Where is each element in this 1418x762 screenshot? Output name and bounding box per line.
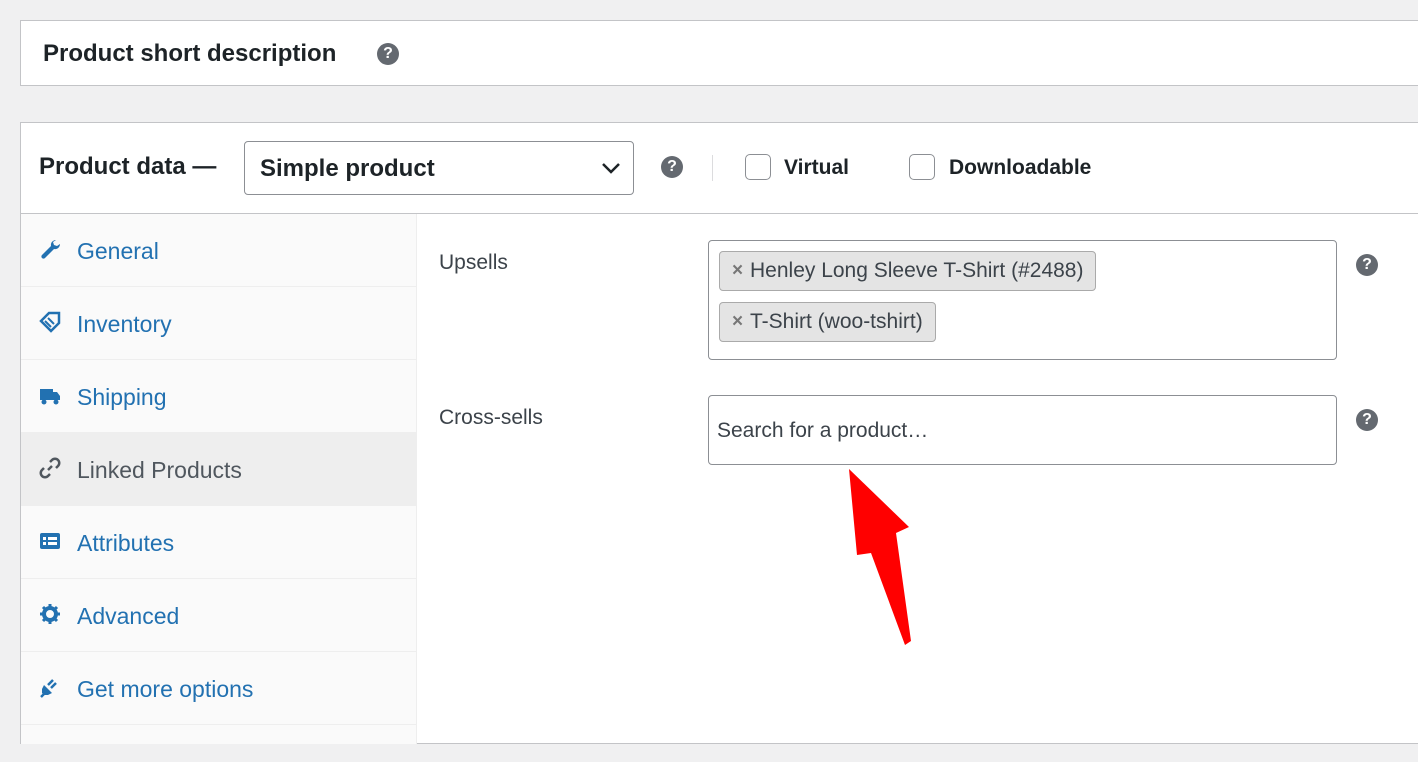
list-icon [40, 533, 60, 549]
link-icon [39, 457, 61, 479]
tab-general[interactable]: General [21, 214, 416, 287]
tab-label: General [77, 238, 159, 264]
tab-linked-products[interactable]: Linked Products [21, 433, 416, 506]
help-icon[interactable]: ? [1356, 409, 1378, 431]
virtual-label[interactable]: Virtual [784, 156, 849, 180]
crosssells-select[interactable] [708, 395, 1337, 465]
help-icon[interactable]: ? [661, 156, 683, 178]
tab-label: Get more options [77, 676, 254, 702]
downloadable-checkbox[interactable] [909, 154, 935, 180]
upsell-tag-label: T-Shirt (woo-tshirt) [750, 310, 923, 333]
crosssells-search-input[interactable] [715, 413, 1319, 449]
tab-advanced[interactable]: Advanced [21, 579, 416, 652]
plug-icon [40, 679, 57, 698]
chevron-down-icon [602, 163, 620, 174]
gear-icon [40, 604, 60, 624]
annotation-arrow-icon [849, 469, 911, 645]
tab-label: Inventory [77, 311, 172, 337]
product-type-value: Simple product [260, 155, 435, 182]
help-icon[interactable]: ? [377, 43, 399, 65]
help-icon[interactable]: ? [1356, 254, 1378, 276]
upsell-tag: × Henley Long Sleeve T-Shirt (#2488) [719, 251, 1097, 291]
virtual-checkbox[interactable] [745, 154, 771, 180]
tab-label: Shipping [77, 384, 167, 410]
downloadable-label[interactable]: Downloadable [949, 156, 1091, 180]
tab-label: Linked Products [77, 457, 242, 483]
product-data-tabs: General Inventory Shipping Linked Produc… [21, 214, 417, 744]
product-data-panel: Product data — Simple product ? Virtual … [20, 122, 1418, 744]
tab-attributes[interactable]: Attributes [21, 506, 416, 579]
tab-shipping[interactable]: Shipping [21, 360, 416, 433]
tag-icon [39, 311, 61, 333]
tab-label: Attributes [77, 530, 175, 556]
upsells-select[interactable]: × Henley Long Sleeve T-Shirt (#2488) × T… [708, 240, 1337, 360]
wrench-icon [41, 239, 61, 259]
tab-label: Advanced [77, 603, 180, 629]
remove-tag-icon[interactable]: × [732, 303, 743, 341]
product-type-select[interactable]: Simple product [244, 141, 634, 195]
crosssells-label: Cross-sells [439, 406, 543, 429]
tab-inventory[interactable]: Inventory [21, 287, 416, 360]
tab-get-more-options[interactable]: Get more options [21, 652, 416, 725]
upsells-label: Upsells [439, 251, 508, 274]
short-description-title: Product short description [43, 40, 337, 67]
truck-icon [40, 389, 60, 405]
product-data-header: Product data — Simple product ? Virtual … [21, 123, 1418, 214]
upsell-tag-label: Henley Long Sleeve T-Shirt (#2488) [750, 259, 1084, 282]
product-data-title: Product data — [39, 153, 217, 180]
divider [712, 155, 713, 181]
short-description-panel: Product short description ? [20, 20, 1418, 86]
upsell-tag: × T-Shirt (woo-tshirt) [719, 302, 936, 342]
remove-tag-icon[interactable]: × [732, 252, 743, 290]
